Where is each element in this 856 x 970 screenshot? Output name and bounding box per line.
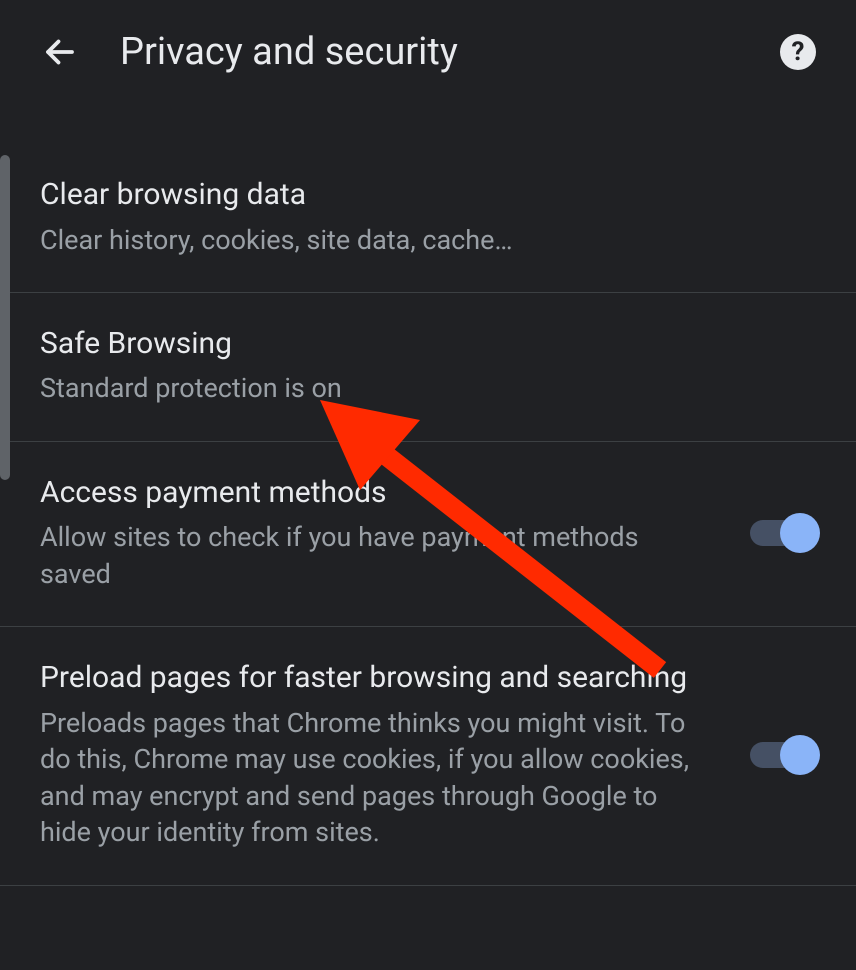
- setting-text: Preload pages for faster browsing and se…: [40, 659, 730, 850]
- setting-subtitle: Clear history, cookies, site data, cache…: [40, 222, 796, 258]
- setting-subtitle: Preloads pages that Chrome thinks you mi…: [40, 705, 710, 851]
- scroll-indicator[interactable]: [0, 155, 10, 480]
- setting-access-payment-methods[interactable]: Access payment methods Allow sites to ch…: [0, 442, 856, 627]
- page-title: Privacy and security: [120, 30, 740, 74]
- setting-preload-pages[interactable]: Preload pages for faster browsing and se…: [0, 627, 856, 885]
- setting-clear-browsing-data[interactable]: Clear browsing data Clear history, cooki…: [0, 144, 856, 293]
- toggle-access-payment-methods[interactable]: [750, 520, 816, 546]
- setting-text: Access payment methods Allow sites to ch…: [40, 474, 730, 592]
- setting-text: Safe Browsing Standard protection is on: [40, 325, 816, 407]
- setting-title: Preload pages for faster browsing and se…: [40, 659, 710, 697]
- setting-safe-browsing[interactable]: Safe Browsing Standard protection is on: [0, 293, 856, 442]
- settings-list: Clear browsing data Clear history, cooki…: [0, 114, 856, 886]
- setting-title: Access payment methods: [40, 474, 710, 512]
- page-header: Privacy and security ?: [0, 0, 856, 114]
- setting-subtitle: Allow sites to check if you have payment…: [40, 519, 710, 592]
- question-mark-icon: ?: [792, 37, 805, 67]
- setting-title: Clear browsing data: [40, 176, 796, 214]
- setting-text: Clear browsing data Clear history, cooki…: [40, 176, 816, 258]
- toggle-preload-pages[interactable]: [750, 742, 816, 768]
- arrow-left-icon: [42, 34, 78, 70]
- help-button[interactable]: ?: [780, 34, 816, 70]
- back-button[interactable]: [40, 32, 80, 72]
- setting-subtitle: Standard protection is on: [40, 370, 796, 406]
- setting-title: Safe Browsing: [40, 325, 796, 363]
